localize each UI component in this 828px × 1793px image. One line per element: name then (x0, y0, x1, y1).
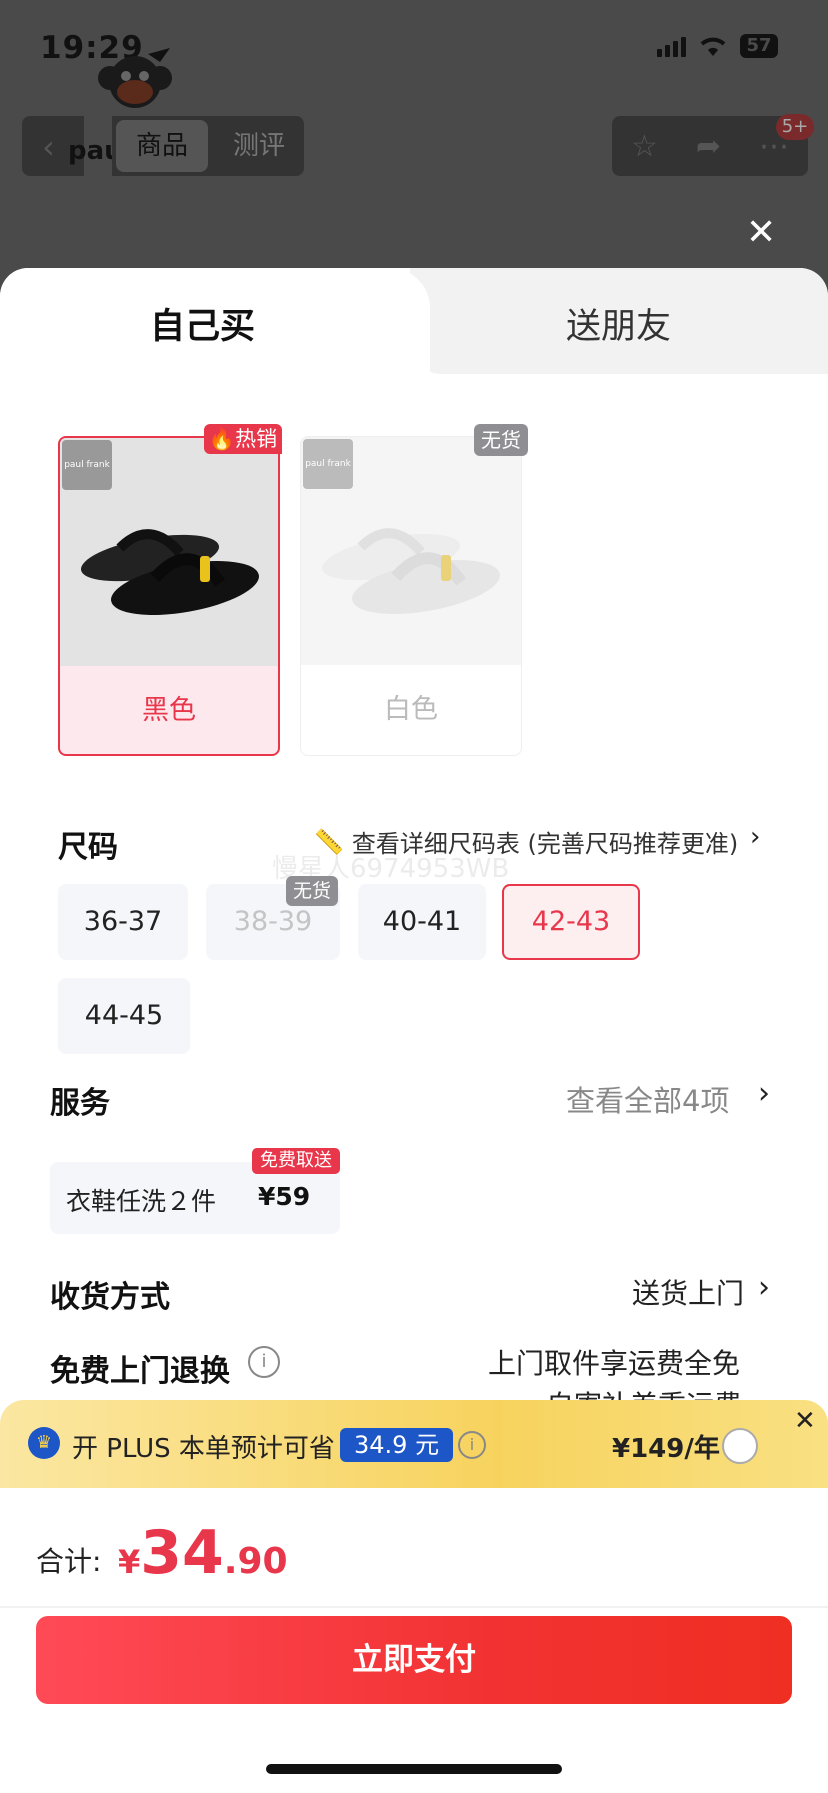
info-icon[interactable]: i (458, 1431, 486, 1459)
total-label: 合计: (36, 1545, 102, 1578)
total-decimal: .90 (223, 1541, 288, 1582)
brand-logo-thumb: paul frank (303, 439, 353, 489)
size-chip[interactable]: 40-41 (358, 884, 486, 960)
plus-promo-text: 开 PLUS 本单预计可省 (72, 1434, 335, 1464)
size-out-of-stock-tag: 无货 (286, 876, 338, 906)
chevron-right-icon: › (758, 1270, 770, 1305)
chevron-right-icon: › (758, 1076, 770, 1111)
home-indicator (266, 1764, 562, 1774)
chevron-right-icon: › (750, 822, 761, 852)
close-sheet-icon[interactable]: ✕ (746, 212, 776, 253)
share-icon[interactable]: ➦ (696, 129, 721, 164)
info-icon[interactable]: i (248, 1346, 280, 1378)
service-price: ¥59 (258, 1182, 311, 1211)
brand-mascot-logo (98, 48, 172, 108)
size-title: 尺码 (58, 830, 118, 865)
returns-title: 免费上门退换 (50, 1354, 230, 1389)
color-option-black[interactable]: paul frank 黑色 (58, 436, 280, 756)
wifi-icon (700, 37, 726, 56)
size-chip-selected[interactable]: 42-43 (502, 884, 640, 960)
divider (0, 1606, 828, 1608)
battery-icon: 57 (740, 34, 778, 58)
segment-self-label: 自己买 (150, 307, 256, 347)
total-currency: ¥ (118, 1543, 141, 1581)
plus-savings-amount: 34.9 元 (340, 1428, 454, 1462)
shipping-value[interactable]: 送货上门 (632, 1272, 744, 1312)
total-integer: 34 (140, 1518, 224, 1588)
pay-now-button[interactable]: 立即支付 (36, 1616, 792, 1704)
out-of-stock-tag: 无货 (474, 424, 528, 456)
crown-icon: ♛ (28, 1427, 60, 1459)
tab-review[interactable]: 测评 (224, 120, 294, 172)
page-tabs: 商品 测评 (112, 116, 304, 176)
hot-sale-tag: 🔥热销 (204, 424, 282, 454)
service-title: 服务 (50, 1086, 110, 1121)
star-icon[interactable]: ☆ (631, 129, 658, 164)
service-name: 衣鞋任洗２件 (66, 1187, 217, 1216)
segment-friend-label: 送朋友 (566, 307, 672, 347)
size-chip[interactable]: 36-37 (58, 884, 188, 960)
free-pickup-tag: 免费取送 (252, 1148, 340, 1174)
service-view-all[interactable]: 查看全部4项 (566, 1078, 729, 1120)
tab-goods[interactable]: 商品 (116, 120, 208, 172)
shipping-title: 收货方式 (50, 1280, 170, 1315)
brand-logo-thumb: paul frank (62, 440, 112, 490)
plus-radio-button[interactable] (722, 1428, 758, 1464)
returns-value-line1: 上门取件享运费全免 (488, 1347, 741, 1380)
close-icon[interactable]: ✕ (794, 1406, 816, 1436)
status-icons: 57 (657, 34, 778, 58)
size-chip[interactable]: 44-45 (58, 978, 190, 1054)
signal-icon (657, 35, 686, 57)
plus-price: ¥149/年 (612, 1434, 720, 1464)
color-name: 黑色 (142, 695, 196, 726)
color-option-white[interactable]: paul frank 白色 (300, 436, 522, 756)
total-price: ¥ 34 .90 (118, 1518, 288, 1588)
message-badge: 5+ (776, 114, 814, 140)
chevron-left-icon: ‹ (42, 128, 55, 166)
color-name: 白色 (384, 694, 438, 725)
